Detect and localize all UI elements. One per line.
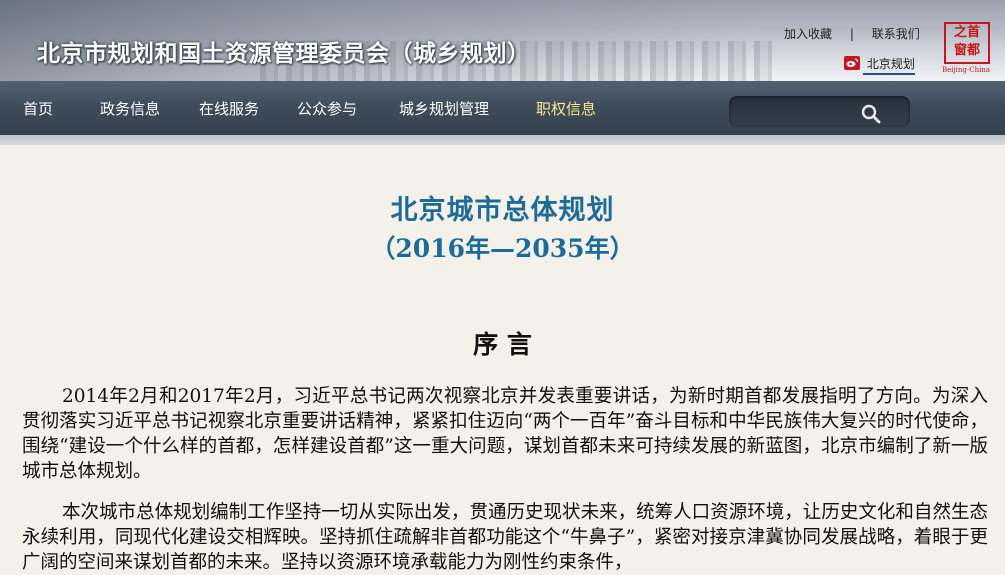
nav-item-public-participation[interactable]: 公众参与 xyxy=(297,98,357,119)
search-input[interactable] xyxy=(737,101,866,123)
document-title: 北京城市总体规划 xyxy=(390,195,615,226)
paragraph: 本次城市总体规划编制工作坚持一切从实际出发，贯通历史现状未来，统筹人口资源环境，… xyxy=(22,502,988,573)
document-period: （2016年—2035年） xyxy=(370,234,635,263)
weibo-link[interactable]: 北京规划 xyxy=(844,55,915,75)
nav-item-home[interactable]: 首页 xyxy=(23,98,53,119)
nav-item-online-service[interactable]: 在线服务 xyxy=(199,98,259,119)
nav-item-urban-planning[interactable]: 城乡规划管理 xyxy=(399,98,489,119)
nav-bottom-bar xyxy=(0,135,1005,145)
logo-char-2: 首 xyxy=(967,25,981,40)
site-title: 北京市规划和国土资源管理委员会（城乡规划） xyxy=(37,41,531,67)
nav-item-government-info[interactable]: 政务信息 xyxy=(100,98,160,119)
weibo-icon xyxy=(844,56,860,70)
logo-seal: 之首 窗都 xyxy=(944,22,990,64)
nav-item-authority-info[interactable]: 职权信息 xyxy=(536,98,596,119)
site-header: 北京市规划和国土资源管理委员会（城乡规划） 加入收藏 | 联系我们 北京规划 之… xyxy=(0,0,1005,81)
paragraph: 2014年2月和2017年2月，习近平总书记两次视察北京并发表重要讲话，为新时期… xyxy=(22,386,988,482)
top-links: 加入收藏 | 联系我们 xyxy=(784,25,920,42)
logo-char-1: 之 xyxy=(953,25,967,40)
logo-caption: Beijing-China xyxy=(941,66,991,74)
weibo-label: 北京规划 xyxy=(866,57,915,71)
logo-char-3: 窗 xyxy=(953,43,967,58)
search-icon[interactable] xyxy=(860,103,882,125)
section-title: 序 言 xyxy=(473,330,532,359)
search-box xyxy=(729,96,910,127)
link-separator: | xyxy=(849,27,854,41)
weibo-underline xyxy=(863,73,915,75)
bookmark-link[interactable]: 加入收藏 xyxy=(784,25,832,42)
contact-link[interactable]: 联系我们 xyxy=(872,25,920,42)
capital-window-logo[interactable]: 之首 窗都 Beijing-China xyxy=(938,18,994,74)
logo-char-4: 都 xyxy=(967,43,981,58)
